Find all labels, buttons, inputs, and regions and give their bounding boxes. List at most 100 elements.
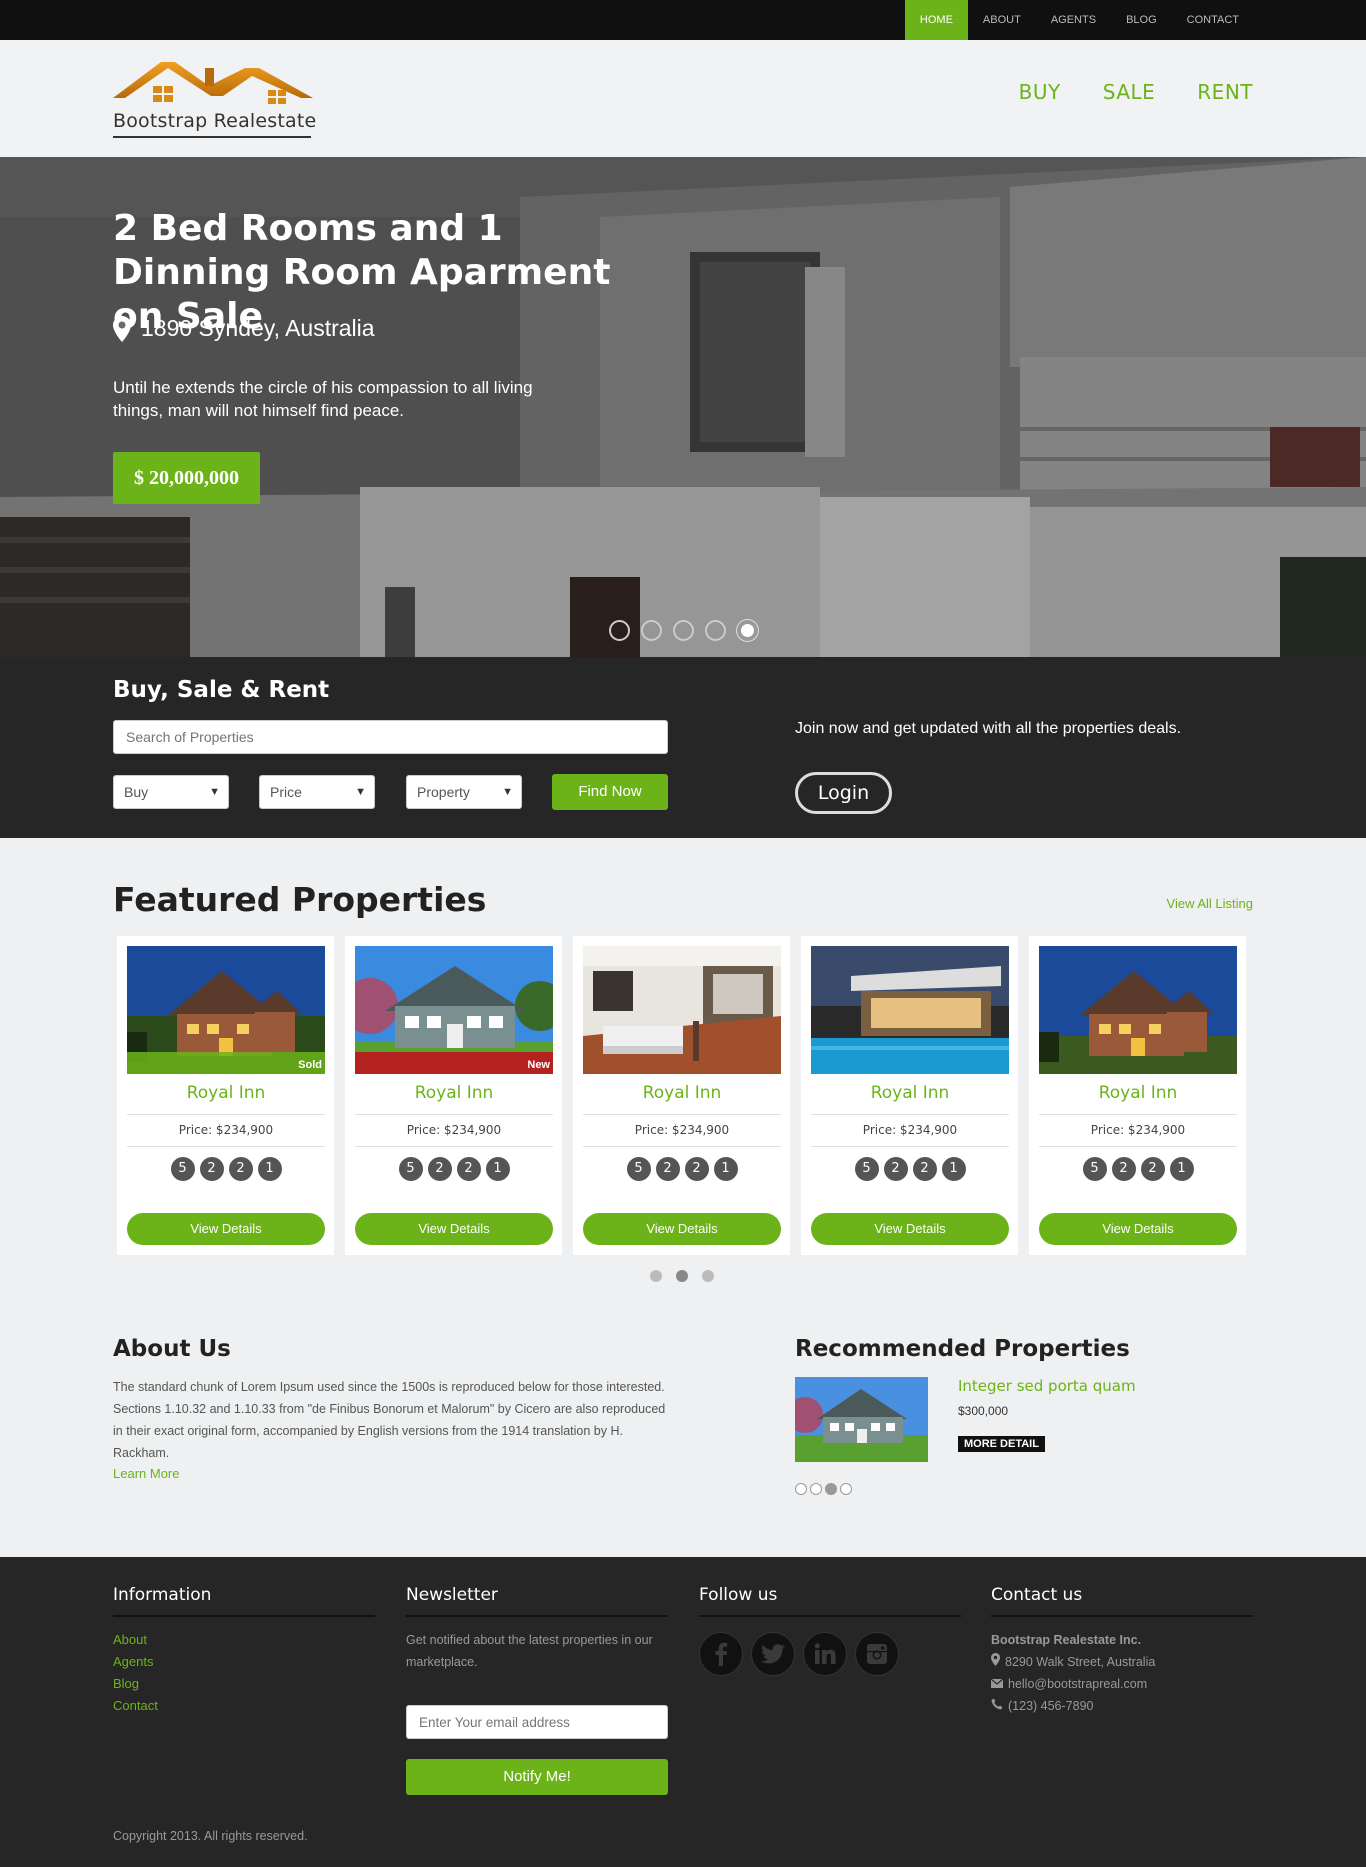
property-name[interactable]: Royal Inn xyxy=(127,1083,325,1103)
view-all-listing-link[interactable]: View All Listing xyxy=(1167,896,1253,911)
divider xyxy=(355,1114,553,1115)
featured-carousel: Sold Royal Inn Price: $234,900 5 2 2 1 V… xyxy=(117,936,1246,1255)
hero-price-button[interactable]: $ 20,000,000 xyxy=(113,452,260,504)
footer-link-blog[interactable]: Blog xyxy=(113,1673,375,1695)
login-button[interactable]: Login xyxy=(795,772,892,814)
nav-sale[interactable]: SALE xyxy=(1103,80,1156,104)
recommended-pagination xyxy=(795,1483,852,1495)
recommended-name[interactable]: Integer sed porta quam xyxy=(958,1377,1136,1395)
property-card: Royal Inn Price: $234,900 5 2 2 1 View D… xyxy=(1029,936,1246,1255)
footer-newsletter-title: Newsletter xyxy=(406,1585,668,1617)
find-now-button[interactable]: Find Now xyxy=(552,774,668,810)
status-badge: New xyxy=(527,1059,550,1071)
view-details-button[interactable]: View Details xyxy=(583,1213,781,1245)
property-price: Price: $234,900 xyxy=(406,1123,502,1137)
property-price: Price: $234,900 xyxy=(862,1123,958,1137)
facebook-icon[interactable] xyxy=(699,1632,743,1676)
hero-dot[interactable] xyxy=(641,620,662,641)
type-select[interactable]: Buy ▼ xyxy=(113,775,229,809)
stat-badge: 5 xyxy=(626,1157,651,1181)
join-text: Join now and get updated with all the pr… xyxy=(795,720,1182,737)
type-select-value: Buy xyxy=(124,784,149,800)
about-title: About Us xyxy=(113,1336,231,1362)
hero-dot-active[interactable] xyxy=(737,620,758,641)
hero-dot[interactable] xyxy=(673,620,694,641)
carousel-dot[interactable] xyxy=(650,1270,662,1282)
featured-pagination xyxy=(650,1270,714,1282)
learn-more-link[interactable]: Learn More xyxy=(113,1466,179,1481)
carousel-dot[interactable] xyxy=(702,1270,714,1282)
nav-rent[interactable]: RENT xyxy=(1197,80,1253,104)
hero-dot[interactable] xyxy=(705,620,726,641)
hero-location-text: 1890 Syndey, Australia xyxy=(141,315,375,341)
chevron-down-icon: ▼ xyxy=(502,786,513,798)
property-price: Price: $234,900 xyxy=(1090,1123,1186,1137)
view-details-button[interactable]: View Details xyxy=(1039,1213,1237,1245)
topnav-home[interactable]: HOME xyxy=(904,0,968,40)
top-nav: HOME ABOUT AGENTS BLOG CONTACT xyxy=(904,0,1254,40)
view-details-button[interactable]: View Details xyxy=(355,1213,553,1245)
site-logo[interactable]: Bootstrap Realestate xyxy=(113,58,316,138)
status-badge: Sold xyxy=(298,1059,322,1071)
carousel-dot[interactable] xyxy=(810,1483,822,1495)
footer-link-contact[interactable]: Contact xyxy=(113,1695,375,1717)
contact-email-text[interactable]: hello@bootstrapreal.com xyxy=(1008,1673,1147,1695)
topnav-blog[interactable]: BLOG xyxy=(1111,0,1172,40)
footer-link-agents[interactable]: Agents xyxy=(113,1651,375,1673)
property-name[interactable]: Royal Inn xyxy=(355,1083,553,1103)
property-photo[interactable]: New xyxy=(355,946,553,1074)
topnav-contact[interactable]: CONTACT xyxy=(1172,0,1254,40)
property-select-value: Property xyxy=(417,784,470,800)
notify-me-button[interactable]: Notify Me! xyxy=(406,1759,668,1795)
carousel-dot-active[interactable] xyxy=(825,1483,837,1495)
carousel-dot[interactable] xyxy=(795,1483,807,1495)
stat-badge: 5 xyxy=(1082,1157,1107,1181)
newsletter-email-input[interactable] xyxy=(406,1705,668,1739)
nav-buy[interactable]: BUY xyxy=(1019,80,1061,104)
view-details-button[interactable]: View Details xyxy=(127,1213,325,1245)
more-detail-button[interactable]: MORE DETAIL xyxy=(958,1436,1045,1452)
carousel-dot-active[interactable] xyxy=(676,1270,688,1282)
featured-title: Featured Properties xyxy=(113,880,487,919)
property-stats: 5 2 2 1 xyxy=(1039,1157,1237,1181)
property-card: New Royal Inn Price: $234,900 5 2 2 1 Vi… xyxy=(345,936,562,1255)
divider xyxy=(583,1114,781,1115)
footer-links: About Agents Blog Contact xyxy=(113,1629,375,1717)
view-details-button[interactable]: View Details xyxy=(811,1213,1009,1245)
stat-badge: 2 xyxy=(1140,1157,1165,1181)
stat-badge: 5 xyxy=(398,1157,423,1181)
property-name[interactable]: Royal Inn xyxy=(811,1083,1009,1103)
linkedin-icon[interactable] xyxy=(803,1632,847,1676)
property-select[interactable]: Property ▼ xyxy=(406,775,522,809)
stat-badge: 1 xyxy=(941,1157,966,1181)
search-input[interactable] xyxy=(113,720,668,754)
recommended-price: $300,000 xyxy=(958,1404,1009,1418)
topnav-agents[interactable]: AGENTS xyxy=(1036,0,1111,40)
property-photo[interactable]: Sold xyxy=(127,946,325,1074)
envelope-icon xyxy=(990,1673,1004,1695)
property-photo[interactable] xyxy=(811,946,1009,1074)
recommended-photo[interactable] xyxy=(795,1377,928,1462)
property-name[interactable]: Royal Inn xyxy=(583,1083,781,1103)
top-bar: HOME ABOUT AGENTS BLOG CONTACT xyxy=(0,0,1366,40)
instagram-icon[interactable] xyxy=(855,1632,899,1676)
property-photo[interactable] xyxy=(1039,946,1237,1074)
stat-badge: 1 xyxy=(713,1157,738,1181)
property-name[interactable]: Royal Inn xyxy=(1039,1083,1237,1103)
property-stats: 5 2 2 1 xyxy=(811,1157,1009,1181)
property-photo[interactable] xyxy=(583,946,781,1074)
carousel-dot[interactable] xyxy=(840,1483,852,1495)
stat-badge: 2 xyxy=(456,1157,481,1181)
contact-email: hello@bootstrapreal.com xyxy=(990,1673,1253,1695)
divider xyxy=(355,1146,553,1147)
hero-dot[interactable] xyxy=(609,620,630,641)
price-select[interactable]: Price ▼ xyxy=(259,775,375,809)
footer-contact-title: Contact us xyxy=(991,1585,1253,1617)
topnav-about[interactable]: ABOUT xyxy=(968,0,1036,40)
property-card: Royal Inn Price: $234,900 5 2 2 1 View D… xyxy=(801,936,1018,1255)
footer-link-about[interactable]: About xyxy=(113,1629,375,1651)
stat-badge: 2 xyxy=(684,1157,709,1181)
logo-underline xyxy=(113,136,311,138)
twitter-icon[interactable] xyxy=(751,1632,795,1676)
divider xyxy=(127,1146,325,1147)
